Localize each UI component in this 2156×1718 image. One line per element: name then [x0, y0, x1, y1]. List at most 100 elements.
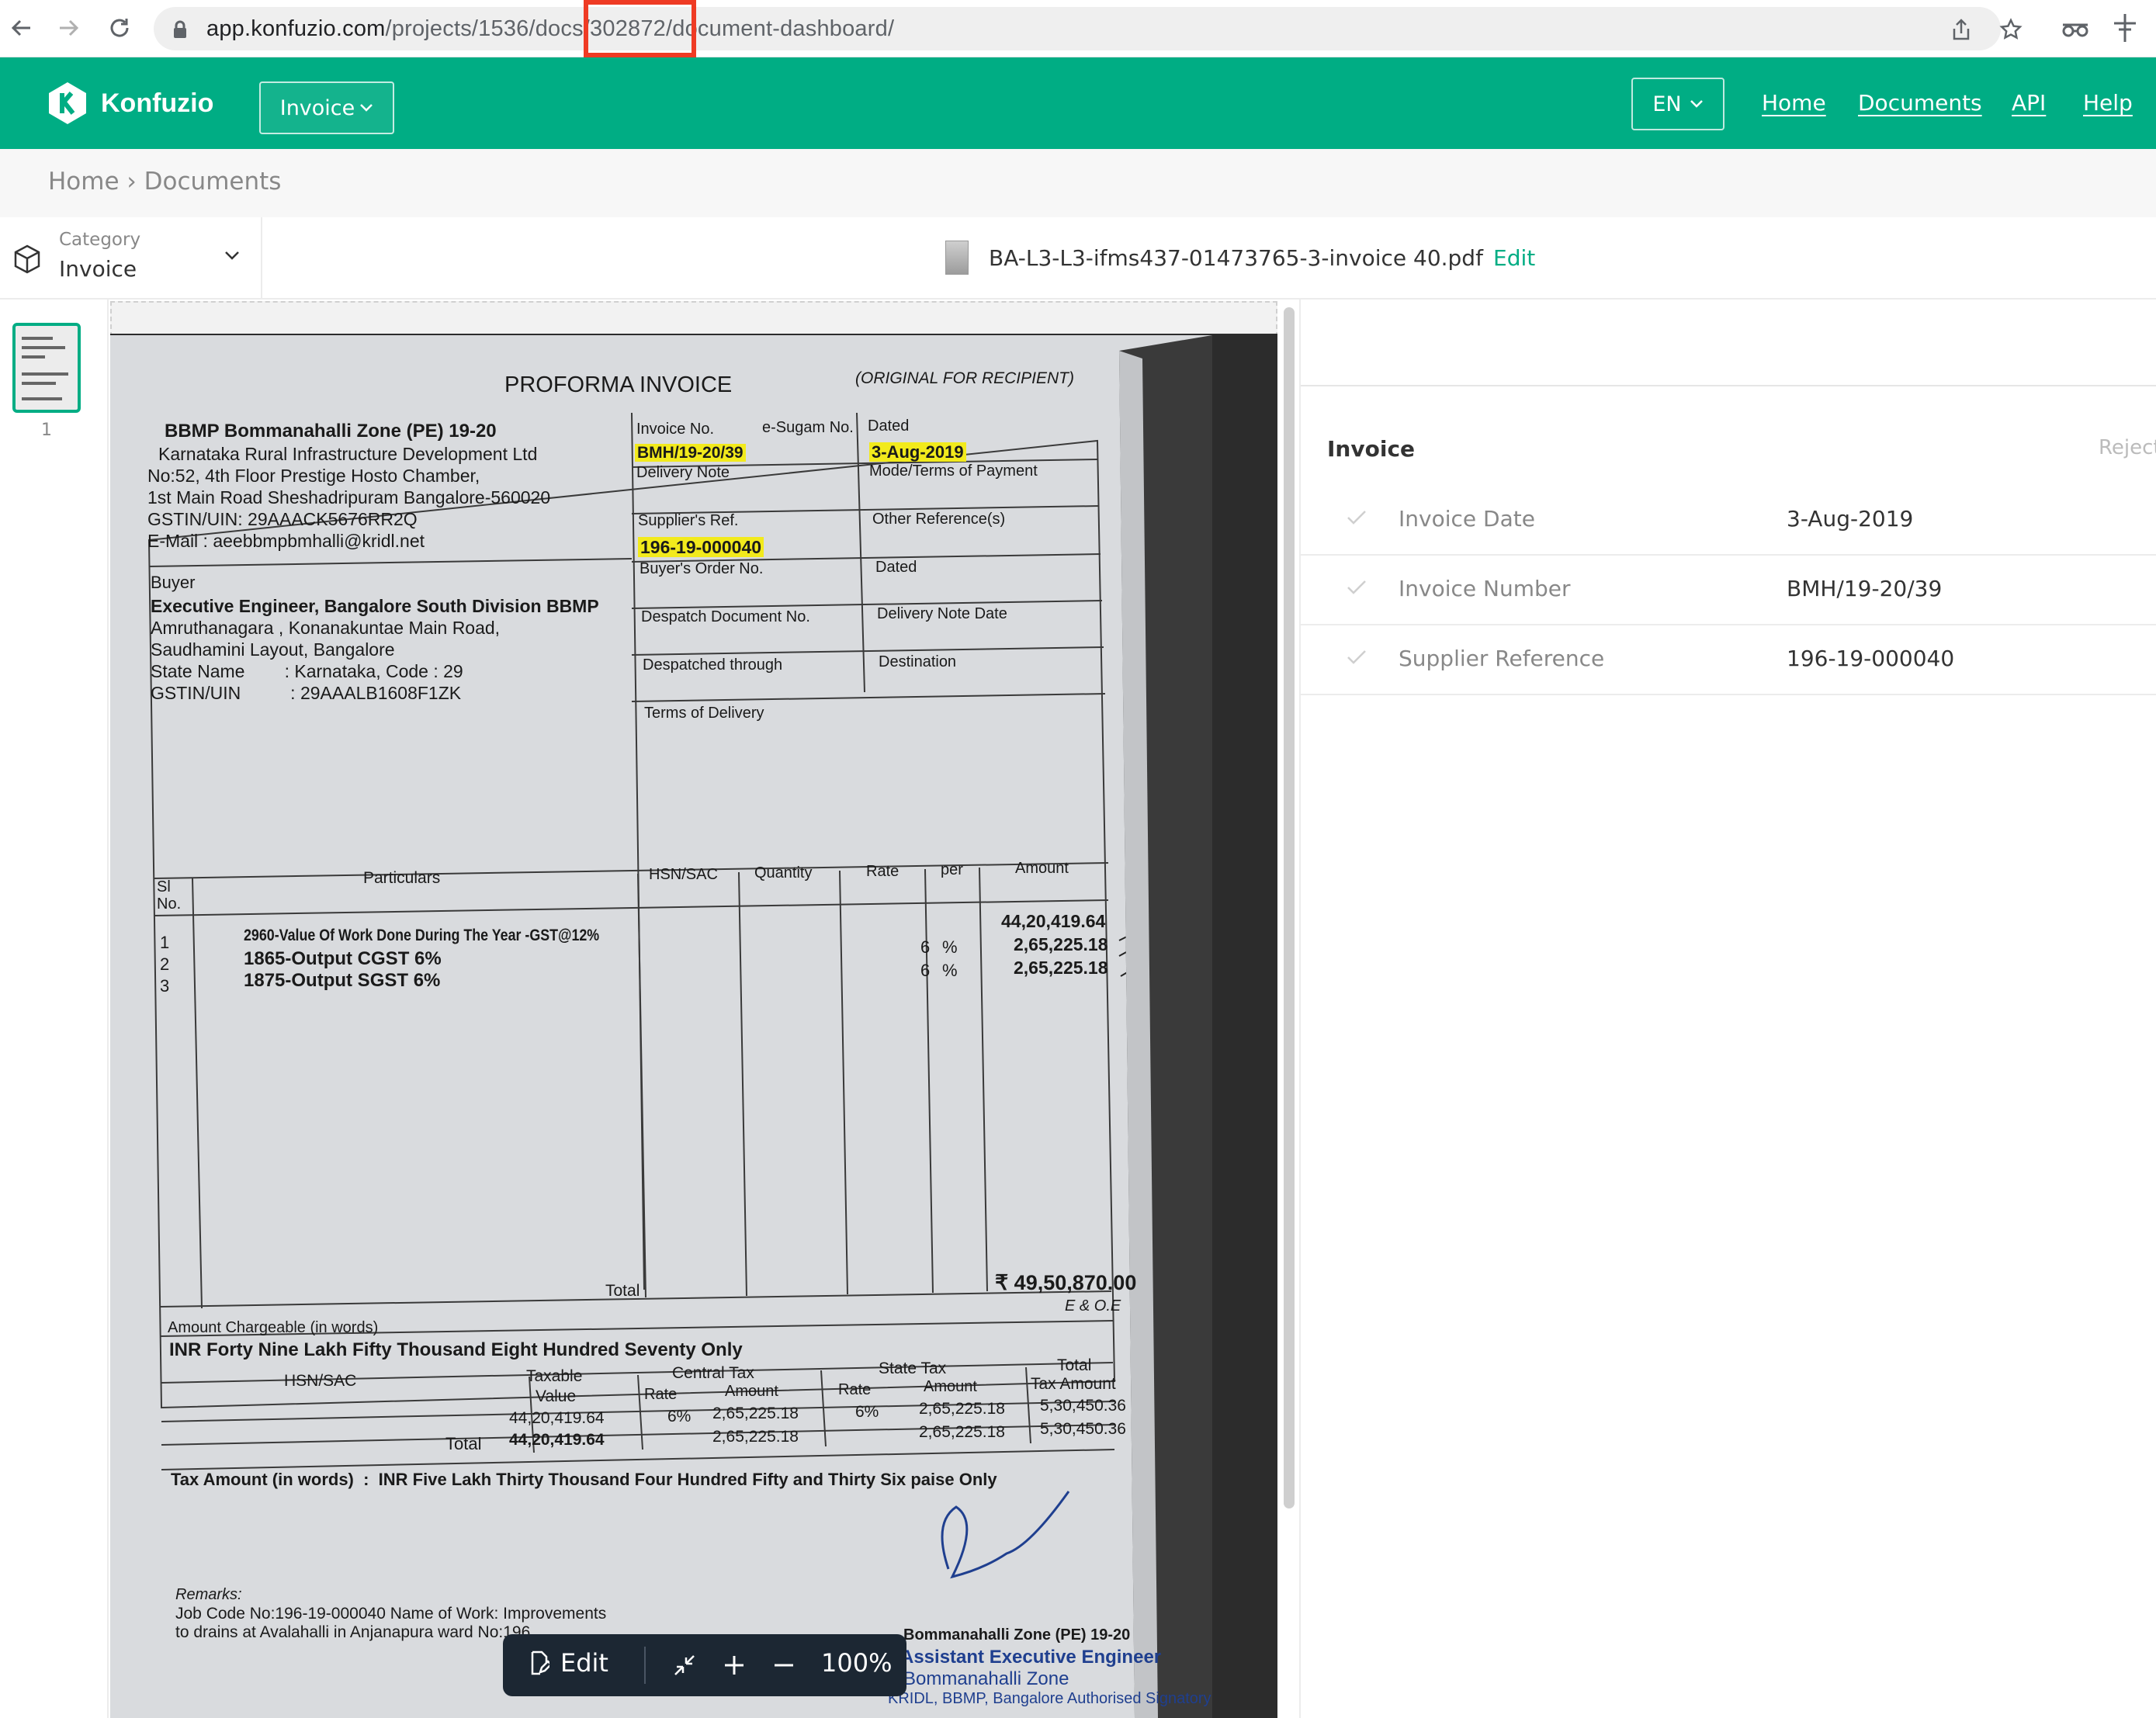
category-selector[interactable]: Category Invoice	[0, 217, 262, 300]
tax-row-s-amount: 2,65,225.18	[919, 1400, 1005, 1418]
address-bar[interactable]: app.konfuzio.com/projects/1536/docs/3028…	[154, 7, 2023, 50]
tax-header-central: Central Tax	[672, 1364, 754, 1382]
col-header-hsn: HSN/SAC	[649, 866, 718, 883]
section-title: Invoice	[1327, 436, 1416, 462]
col-header-per: per	[941, 861, 963, 878]
nav-link-api[interactable]: API	[2012, 90, 2046, 116]
tax-row-c-rate: 6%	[667, 1408, 692, 1425]
buyer-line: Amruthanagara , Konanakuntae Main Road,	[151, 618, 501, 638]
tax-total-label: Total	[445, 1434, 482, 1453]
esugam-label: e-Sugam No.	[762, 419, 854, 436]
despatch-doc-label: Despatch Document No.	[641, 608, 810, 625]
suppliers-ref-highlight: 196-19-000040	[638, 537, 764, 557]
tax-header-rate: Rate	[838, 1381, 872, 1398]
col-header-sl: Sl No.	[157, 878, 182, 913]
reload-button[interactable]	[102, 11, 137, 45]
field-label: Invoice Number	[1399, 576, 1571, 601]
tax-header-hsn: HSN/SAC	[284, 1372, 357, 1390]
extension-icon[interactable]	[2111, 12, 2139, 43]
tax-amount-words: Tax Amount (in words) : INR Five Lakh Th…	[171, 1470, 997, 1489]
reject-button[interactable]: Reject	[2099, 436, 2156, 459]
field-value[interactable]: 3-Aug-2019	[1787, 506, 1913, 532]
tax-header-state: State Tax	[879, 1360, 947, 1377]
buyer-line: GSTIN/UIN : 29AAALB1608F1ZK	[151, 683, 462, 703]
check-icon[interactable]	[1346, 579, 1367, 596]
field-label: Invoice Date	[1399, 506, 1535, 532]
dated2-label: Dated	[875, 559, 917, 576]
share-icon[interactable]	[1951, 18, 1971, 41]
konfuzio-logo[interactable]: Konfuzio	[45, 81, 213, 126]
other-refs-label: Other Reference(s)	[872, 511, 1006, 528]
tax-row-s-rate: 6%	[855, 1403, 879, 1421]
suppliers-ref-value: 196-19-000040	[638, 537, 764, 558]
document-type-dropdown[interactable]: Invoice	[259, 81, 394, 134]
star-icon[interactable]	[1999, 18, 2023, 41]
field-label: Supplier Reference	[1399, 646, 1605, 671]
despatched-through-label: Despatched through	[643, 656, 783, 674]
document-type-label: Invoice	[279, 95, 355, 120]
forward-button[interactable]	[51, 11, 85, 45]
col-header-particulars: Particulars	[363, 869, 441, 887]
sign-block-line: Bommanahalli Zone	[903, 1668, 1069, 1689]
nav-link-documents[interactable]: Documents	[1858, 90, 1982, 116]
page-number: 1	[41, 421, 52, 440]
zoom-level: 100%	[821, 1648, 893, 1678]
page-thumbnail-strip: 1	[0, 300, 109, 1718]
incognito-glasses-icon[interactable]	[2061, 17, 2089, 40]
item-amount: 2,65,225.18	[1014, 934, 1108, 954]
page-thumbnail[interactable]	[12, 323, 81, 413]
seller-line: BBMP Bommanahalli Zone (PE) 19-20	[165, 421, 497, 442]
breadcrumb-home[interactable]: Home	[48, 168, 120, 196]
check-icon[interactable]	[1346, 649, 1367, 666]
nav-link-home[interactable]: Home	[1762, 90, 1826, 116]
buyer-label: Buyer	[151, 573, 196, 592]
buyer-line: Saudhamini Layout, Bangalore	[151, 639, 395, 660]
tax-row-c-amount: 2,65,225.18	[712, 1405, 799, 1422]
browser-chrome: app.konfuzio.com/projects/1536/docs/3028…	[0, 0, 2156, 57]
tax-total-c-amount: 2,65,225.18	[712, 1428, 799, 1446]
field-row-invoice-number[interactable]: Invoice Number BMH/19-20/39	[1301, 556, 2156, 625]
viewer-scrollbar[interactable]	[1284, 307, 1295, 1508]
edit-filename-link[interactable]: Edit	[1493, 245, 1535, 271]
item-per: %	[942, 961, 958, 980]
breadcrumb: Home › Documents	[0, 149, 2156, 217]
annotation-highlight-box	[584, 0, 696, 57]
amount-words: INR Forty Nine Lakh Fifty Thousand Eight…	[169, 1339, 743, 1360]
category-value: Invoice	[59, 256, 137, 282]
konfuzio-logo-icon	[49, 82, 86, 124]
nav-link-help[interactable]: Help	[2083, 90, 2133, 116]
file-thumbnail-icon	[945, 241, 969, 275]
check-icon[interactable]	[1346, 509, 1367, 526]
language-dropdown[interactable]: EN	[1631, 78, 1724, 130]
category-label: Category	[59, 230, 141, 250]
url-text: app.konfuzio.com/projects/1536/docs/3028…	[206, 16, 894, 42]
file-name: BA-L3-L3-ifms437-01473765-3-invoice 40.p…	[989, 245, 1483, 271]
tax-header-amount: Amount	[924, 1378, 977, 1395]
chevron-down-icon	[225, 251, 239, 260]
invoice-no-value: BMH/19-20/39	[635, 444, 746, 462]
zoom-in-icon[interactable]	[723, 1654, 745, 1676]
zoom-out-icon[interactable]	[773, 1654, 795, 1676]
field-row-supplier-reference[interactable]: Supplier Reference 196-19-000040	[1301, 625, 2156, 695]
item-amount: 2,65,225.18	[1014, 958, 1108, 978]
viewer-edit-button[interactable]: Edit	[529, 1648, 608, 1678]
field-value[interactable]: BMH/19-20/39	[1787, 576, 1942, 601]
seller-line: Karnataka Rural Infrastructure Developme…	[158, 444, 538, 464]
breadcrumb-documents[interactable]: Documents	[144, 168, 282, 196]
lock-icon	[174, 20, 186, 38]
item-sl: 1	[160, 933, 170, 952]
dated-label: Dated	[868, 417, 910, 435]
arrow-right-icon	[60, 19, 79, 36]
item-particulars: 1875-Output SGST 6%	[244, 970, 441, 991]
panel-top-area	[1301, 300, 2156, 386]
chevron-down-icon	[1690, 100, 1703, 108]
back-button[interactable]	[5, 11, 39, 45]
annotation-panel: Invoice Reject Invoice Date 3-Aug-2019 I…	[1299, 300, 2156, 1718]
total-amount: ₹ 49,50,870.00	[995, 1271, 1137, 1294]
total-label: Total	[605, 1282, 640, 1300]
field-row-invoice-date[interactable]: Invoice Date 3-Aug-2019	[1301, 486, 2156, 556]
item-sl: 3	[160, 976, 170, 996]
field-value[interactable]: 196-19-000040	[1787, 646, 1954, 671]
seller-line: E-Mail : aeebbmpbmhalli@kridl.net	[147, 531, 425, 551]
fit-to-screen-icon[interactable]	[672, 1653, 697, 1678]
